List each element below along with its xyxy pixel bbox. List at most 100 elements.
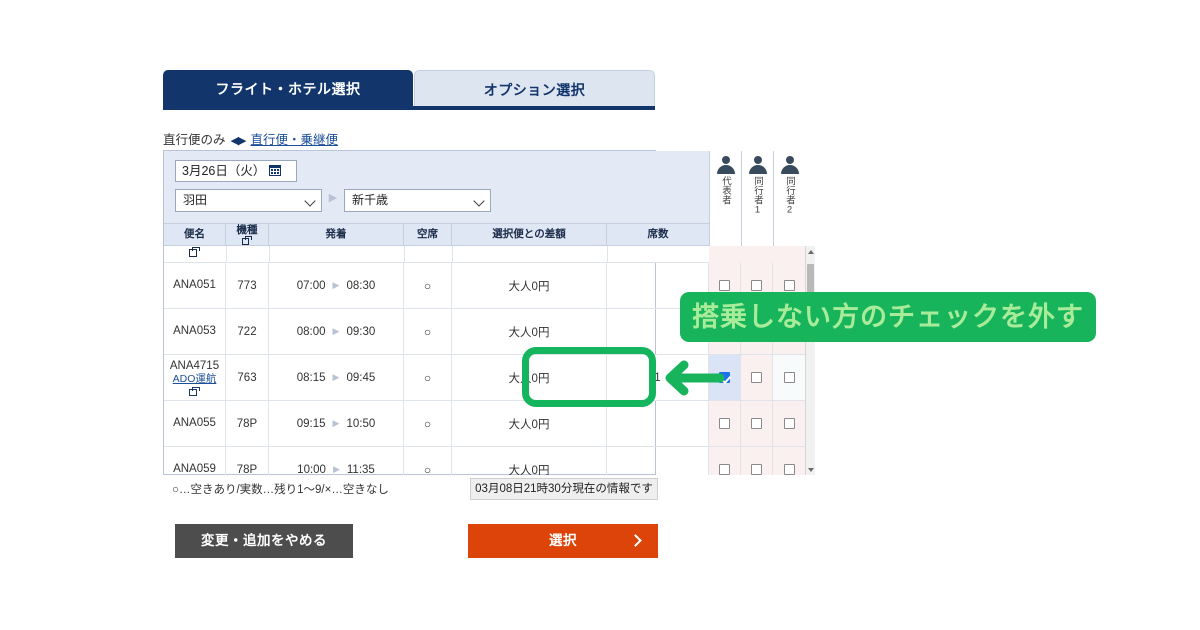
person-icon bbox=[780, 156, 799, 174]
depart-time: 09:15 bbox=[296, 417, 326, 430]
cell-passenger-2[interactable] bbox=[773, 447, 805, 475]
passenger-column-header-1: 同行者1 bbox=[741, 151, 773, 246]
col-header-seats: 席数 bbox=[647, 228, 669, 240]
cell-vacancy: ○ bbox=[404, 263, 452, 308]
arrive-time: 09:45 bbox=[346, 371, 376, 384]
operator-link[interactable]: ADO運航 bbox=[173, 373, 217, 386]
passenger-label-2: 同行者2 bbox=[784, 176, 795, 216]
col-header-times: 発着 bbox=[269, 224, 404, 245]
cell-passenger-0[interactable] bbox=[709, 401, 741, 446]
cell-passenger-2[interactable] bbox=[773, 355, 805, 400]
date-value: 3月26日（火） bbox=[182, 164, 266, 178]
cell-vacancy: ○ bbox=[404, 401, 452, 446]
flight-number: ANA053 bbox=[173, 325, 216, 337]
seat-map-icon bbox=[189, 247, 201, 257]
cell-seats bbox=[607, 401, 709, 446]
flight-selection-panel: 3月26日（火） 羽田 ▶ 新千歳 代表者 同行者1 同行者2 便名 機種 発着… bbox=[163, 150, 815, 475]
tab-flight-hotel[interactable]: フライト・ホテル選択 bbox=[163, 70, 413, 108]
cell-passenger-0[interactable] bbox=[709, 447, 741, 475]
passenger-column-header-0: 代表者 bbox=[709, 151, 741, 246]
destination-value: 新千歳 bbox=[352, 193, 389, 207]
arrow-right-icon: ▶ bbox=[332, 464, 340, 474]
origin-select[interactable]: 羽田 bbox=[175, 189, 322, 212]
cell-aircraft: 78P bbox=[226, 401, 269, 446]
depart-time: 08:00 bbox=[296, 325, 326, 338]
cell-times: 09:15 ▶ 10:50 bbox=[269, 401, 404, 446]
cell-flight: ANA053 bbox=[164, 309, 226, 354]
passenger-checkbox-1[interactable] bbox=[751, 418, 762, 429]
col-header-aircraft-label: 機種 bbox=[236, 224, 258, 236]
passenger-checkbox-0[interactable] bbox=[719, 464, 730, 475]
passenger-checkbox-2[interactable] bbox=[783, 418, 795, 429]
flight-number: ANA4715 bbox=[169, 359, 220, 372]
scroll-up-button[interactable] bbox=[806, 246, 815, 257]
flight-number: ANA051 bbox=[173, 279, 216, 291]
arrive-time: 10:50 bbox=[346, 417, 376, 430]
passenger-checkbox-1[interactable] bbox=[751, 280, 762, 291]
chevron-down-icon bbox=[473, 195, 485, 207]
filter-toggle-link[interactable]: 直行便・乗継便 bbox=[250, 133, 338, 147]
passenger-checkbox-2[interactable] bbox=[783, 464, 795, 475]
table-scrollbar[interactable] bbox=[805, 246, 815, 475]
passenger-checkbox-1[interactable] bbox=[751, 372, 762, 383]
cell-flight: ANA059 bbox=[164, 447, 226, 475]
cell-times: 08:15 ▶ 09:45 bbox=[269, 355, 404, 400]
cell-aircraft: 78P bbox=[226, 447, 269, 475]
arrow-right-icon: ▶ bbox=[328, 192, 338, 204]
submit-button[interactable]: 選択 bbox=[468, 524, 658, 558]
annotation-callout: 搭乗しない方のチェックを外す bbox=[680, 292, 1096, 342]
passenger-column-header-2: 同行者2 bbox=[773, 151, 805, 246]
tab-bar: フライト・ホテル選択 オプション選択 bbox=[163, 70, 655, 110]
cell-seats bbox=[607, 447, 709, 475]
passenger-header-gutter bbox=[805, 151, 815, 246]
cell-passenger-1[interactable] bbox=[741, 355, 773, 400]
cell-passenger-2[interactable] bbox=[773, 401, 805, 446]
codeshare-icon bbox=[189, 386, 200, 396]
filter-current-label: 直行便のみ bbox=[163, 133, 226, 147]
passenger-label-0: 代表者 bbox=[720, 176, 731, 205]
passenger-checkbox-0[interactable] bbox=[719, 418, 730, 429]
cell-times: 10:00 ▶ 11:35 bbox=[269, 447, 404, 475]
info-timestamp: 03月08日21時30分現在の情報です bbox=[470, 478, 658, 500]
cell-aircraft: 773 bbox=[226, 263, 269, 308]
page-root: フライト・ホテル選択 オプション選択 直行便のみ ◀▶ 直行便・乗継便 3月26日（… bbox=[0, 0, 1200, 630]
col-header-vacancy: 空席 bbox=[404, 224, 452, 245]
passenger-checkbox-0[interactable] bbox=[719, 280, 730, 291]
chevron-right-icon bbox=[629, 534, 642, 547]
person-icon bbox=[748, 156, 767, 174]
table-clipped-row-passengers bbox=[709, 246, 805, 263]
table-row[interactable]: ANA059 78P 10:00 ▶ 11:35 ○ 大人0円 bbox=[164, 447, 805, 475]
cell-fare-diff: 大人0円 bbox=[452, 401, 607, 446]
tab-underline bbox=[163, 106, 655, 110]
passenger-checkbox-1[interactable] bbox=[751, 464, 762, 475]
cell-vacancy: ○ bbox=[404, 355, 452, 400]
passenger-checkbox-2[interactable] bbox=[783, 372, 795, 383]
cell-flight: ANA051 bbox=[164, 263, 226, 308]
flight-number: ANA059 bbox=[173, 463, 216, 475]
seat-map-icon bbox=[242, 236, 252, 245]
swap-arrows-icon[interactable]: ◀▶ bbox=[231, 135, 247, 147]
destination-select[interactable]: 新千歳 bbox=[344, 189, 491, 212]
cell-passenger-1[interactable] bbox=[741, 401, 773, 446]
scroll-down-button[interactable] bbox=[806, 464, 815, 475]
cell-passenger-1[interactable] bbox=[741, 447, 773, 475]
date-field[interactable]: 3月26日（火） bbox=[175, 160, 297, 182]
cancel-button[interactable]: 変更・追加をやめる bbox=[175, 524, 353, 558]
route-selectors: 羽田 ▶ 新千歳 bbox=[175, 189, 491, 212]
cell-fare-diff: 大人0円 bbox=[452, 447, 607, 475]
flight-number: ANA055 bbox=[173, 417, 216, 429]
tab-options[interactable]: オプション選択 bbox=[414, 70, 655, 108]
cell-flight: ANA4715 ADO運航 bbox=[164, 355, 226, 400]
calendar-icon[interactable] bbox=[269, 165, 282, 176]
table-header-row: 便名 機種 発着 空席 選択便との差額 席数 bbox=[164, 223, 709, 246]
cell-flight: ANA055 bbox=[164, 401, 226, 446]
passenger-checkbox-2[interactable] bbox=[783, 280, 795, 291]
chevron-down-icon bbox=[304, 195, 316, 207]
arrow-right-icon: ▶ bbox=[332, 418, 340, 428]
passenger-label-1: 同行者1 bbox=[752, 176, 763, 216]
table-row[interactable]: ANA055 78P 09:15 ▶ 10:50 ○ 大人0円 bbox=[164, 401, 805, 447]
arrow-right-icon: ▶ bbox=[332, 326, 340, 336]
cell-fare-diff: 大人0円 bbox=[452, 263, 607, 308]
annotation-highlight-ring bbox=[522, 347, 656, 407]
arrow-right-icon: ▶ bbox=[332, 280, 340, 290]
